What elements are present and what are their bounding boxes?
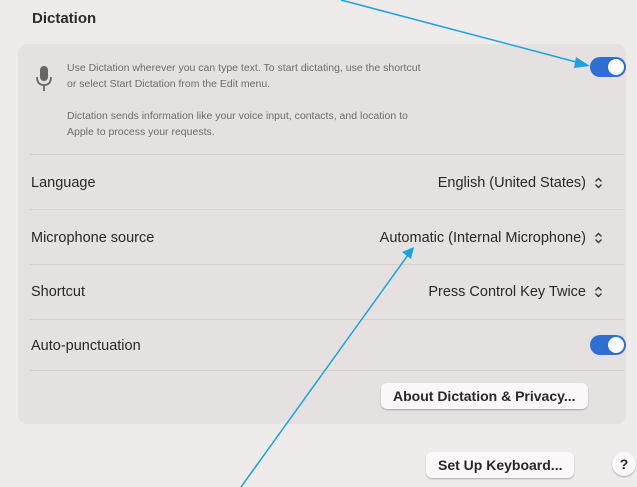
divider [30, 264, 624, 265]
language-select[interactable]: English (United States) [438, 175, 603, 191]
privacy-description-line2: Apple to process your requests. [67, 126, 215, 138]
language-label: Language [31, 175, 96, 191]
shortcut-value: Press Control Key Twice [428, 284, 586, 300]
dictation-description: Use Dictation wherever you can type text… [67, 60, 587, 92]
dictation-toggle[interactable] [590, 57, 626, 77]
divider [30, 319, 624, 320]
shortcut-select[interactable]: Press Control Key Twice [428, 284, 603, 300]
set-up-keyboard-button[interactable]: Set Up Keyboard... [426, 452, 575, 478]
microphone-icon [36, 66, 52, 91]
divider [30, 154, 624, 155]
section-title: Dictation [32, 10, 97, 27]
privacy-description: Dictation sends information like your vo… [67, 108, 587, 140]
toggle-knob [608, 59, 624, 75]
chevron-updown-icon [595, 286, 602, 298]
auto-punctuation-label: Auto-punctuation [31, 338, 141, 354]
divider [30, 370, 624, 371]
microphone-source-label: Microphone source [31, 230, 155, 246]
language-value: English (United States) [437, 175, 586, 191]
privacy-description-line1: Dictation sends information like your vo… [67, 110, 408, 122]
microphone-source-select[interactable]: Automatic (Internal Microphone) [380, 230, 603, 246]
chevron-updown-icon [595, 232, 602, 244]
toggle-knob [608, 337, 624, 353]
about-dictation-privacy-button[interactable]: About Dictation & Privacy... [381, 383, 588, 409]
auto-punctuation-toggle[interactable] [590, 335, 626, 355]
shortcut-label: Shortcut [31, 284, 85, 300]
dictation-description-line1: Use Dictation wherever you can type text… [67, 62, 421, 74]
dictation-description-line2: or select Start Dictation from the Edit … [67, 78, 271, 90]
chevron-updown-icon [595, 177, 602, 189]
microphone-source-value: Automatic (Internal Microphone) [379, 230, 586, 246]
help-button[interactable]: ? [612, 452, 636, 476]
divider [30, 209, 624, 210]
